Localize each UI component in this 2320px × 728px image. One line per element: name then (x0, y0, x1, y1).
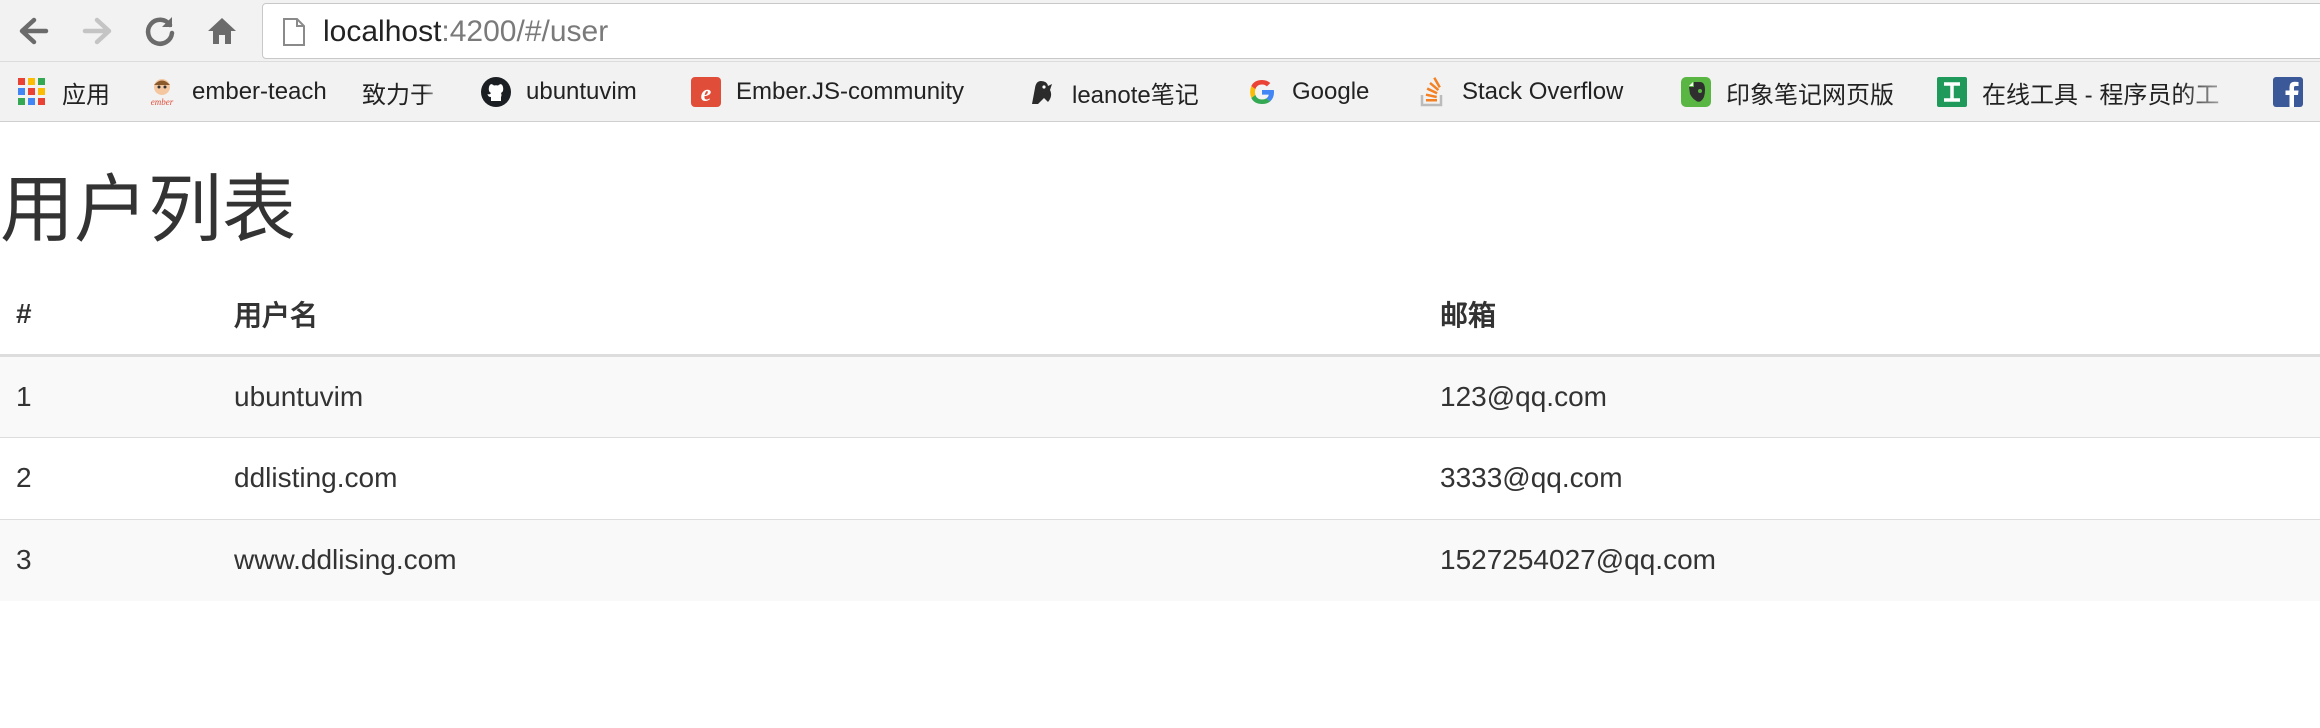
table-row: 1 ubuntuvim 123@qq.com (0, 354, 2320, 437)
url-host: localhost (323, 15, 442, 48)
bookmark-label: ember-teach (192, 78, 327, 105)
bookmark-facebook[interactable] (2272, 62, 2318, 121)
url-text: localhost:4200/#/user (323, 4, 608, 60)
svg-text:e: e (701, 81, 712, 107)
forward-arrow-icon (82, 17, 112, 45)
bookmark-evernote[interactable]: 印象笔记网页版 (1680, 62, 1894, 121)
column-header-username: 用户名 (218, 275, 1424, 357)
ember-teach-icon: ember (146, 76, 178, 108)
bookmark-label: 印象笔记网页版 (1726, 81, 1894, 109)
cell-username: www.ddlising.com (218, 518, 1424, 601)
bookmark-label: 致力于 (362, 81, 434, 109)
cell-id: 1 (0, 354, 218, 437)
cell-id: 3 (0, 518, 218, 601)
bookmark-apps[interactable]: 应用 (16, 62, 110, 121)
bookmark-label: Ember.JS-community (736, 78, 965, 105)
facebook-icon (2272, 76, 2304, 108)
page-icon (283, 18, 305, 46)
cell-email: 3333@qq.com (1424, 436, 2320, 519)
apps-grid-icon (16, 76, 48, 108)
bookmark-ubuntuvim[interactable]: ubuntuvim (480, 62, 637, 121)
forward-button[interactable] (77, 12, 117, 50)
bookmark-zhiliyu[interactable]: 致力于 (362, 62, 444, 121)
bookmark-ember-teach[interactable]: ember ember-teach (146, 62, 327, 121)
back-arrow-icon (19, 17, 49, 45)
github-icon (480, 76, 512, 108)
cell-username: ubuntuvim (218, 354, 1424, 437)
table-row: 2 ddlisting.com 3333@qq.com (0, 436, 2320, 519)
cell-email: 123@qq.com (1424, 354, 2320, 437)
reload-button[interactable] (140, 12, 180, 50)
bookmark-google[interactable]: Google (1246, 62, 1370, 121)
reload-icon (145, 17, 175, 46)
back-button[interactable] (14, 12, 54, 50)
evernote-icon (1680, 76, 1712, 108)
bookmark-label: leanote笔记 (1072, 81, 1199, 109)
home-icon (208, 18, 236, 44)
online-tools-icon (1936, 76, 1968, 108)
google-icon (1246, 76, 1278, 108)
bookmark-label: Stack Overflow (1462, 78, 1624, 105)
bookmark-label: 应用 (62, 81, 110, 109)
cell-id: 2 (0, 436, 218, 519)
stackoverflow-icon (1416, 76, 1448, 108)
cell-username: ddlisting.com (218, 436, 1424, 519)
url-path: :4200/#/user (441, 15, 609, 48)
bookmarks-bar: 应用 ember ember-teach 致力于 ubuntuvim e Emb… (0, 62, 2320, 122)
table-header-row: # 用户名 邮箱 (0, 275, 2320, 357)
bookmark-stackoverflow[interactable]: Stack Overflow (1416, 62, 1624, 121)
column-header-email: 邮箱 (1424, 275, 2320, 357)
address-bar[interactable]: localhost:4200/#/user (262, 3, 2320, 59)
browser-toolbar: localhost:4200/#/user (0, 0, 2320, 62)
home-button[interactable] (202, 12, 242, 50)
bookmark-label: 在线工具 - 程序员的工 (1982, 81, 2220, 109)
page-title: 用户列表 (0, 168, 296, 251)
bookmark-online-tools[interactable]: 在线工具 - 程序员的工 (1936, 62, 2246, 121)
svg-text:ember: ember (151, 97, 174, 107)
bookmark-ember-community[interactable]: e Ember.JS-community (690, 62, 965, 121)
bookmark-label: ubuntuvim (526, 78, 637, 105)
cell-email: 1527254027@qq.com (1424, 518, 2320, 601)
bookmark-label: Google (1292, 78, 1370, 105)
ember-community-icon: e (690, 76, 722, 108)
user-table: # 用户名 邮箱 1 ubuntuvim 123@qq.com 2 ddlist… (0, 275, 2320, 601)
column-header-number: # (0, 275, 218, 357)
bookmark-leanote[interactable]: leanote笔记 (1026, 62, 1199, 121)
table-row: 3 www.ddlising.com 1527254027@qq.com (0, 518, 2320, 601)
leanote-icon (1026, 76, 1058, 108)
